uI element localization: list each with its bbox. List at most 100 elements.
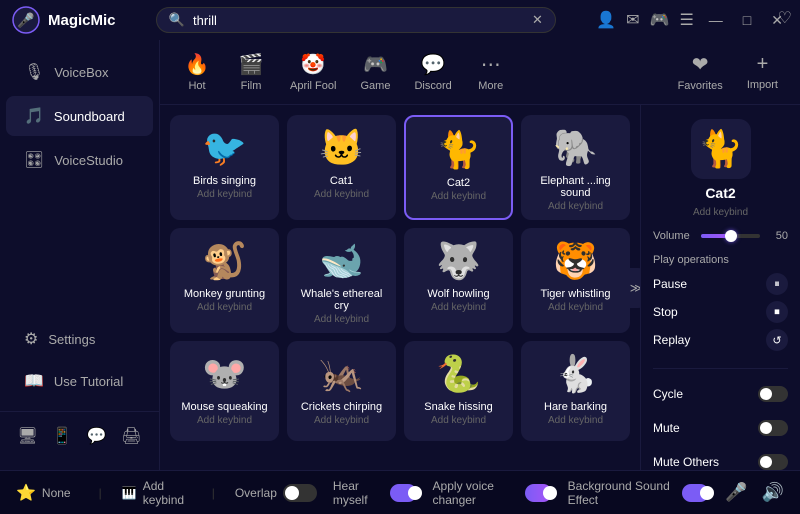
search-input[interactable] (193, 13, 524, 28)
sound-card-crickets[interactable]: 🦗 Crickets chirping Add keybind (287, 341, 396, 441)
volume-label: Volume (653, 230, 693, 242)
snake-keybind[interactable]: Add keybind (431, 415, 486, 426)
title-bar: 🎤 MagicMic 🔍 ✕ 👤 ✉ 🎮 ☰ — □ ✕ (0, 0, 800, 40)
tiger-keybind[interactable]: Add keybind (548, 302, 603, 313)
mute-others-label: Mute Others (653, 455, 719, 469)
search-icon: 🔍 (169, 12, 185, 28)
background-sound-toggle[interactable] (682, 484, 709, 502)
tiger-title: Tiger whistling (541, 288, 611, 300)
hear-myself-toggle[interactable] (390, 484, 417, 502)
tab-april-fool[interactable]: 🤡 April Fool (280, 48, 346, 96)
mute-toggle[interactable] (758, 420, 788, 436)
search-container: 🔍 ✕ (156, 7, 556, 33)
favorites-icon: ❤ (692, 52, 709, 77)
overlap-toggle[interactable] (283, 484, 317, 502)
cycle-label: Cycle (653, 387, 683, 401)
tab-film[interactable]: 🎬 Film (226, 48, 276, 96)
mobile-icon[interactable]: 📱 (48, 422, 76, 450)
title-bar-left: 🎤 MagicMic (12, 6, 116, 34)
user-icon[interactable]: 👤 (596, 10, 616, 30)
category-tabs: 🔥 Hot 🎬 Film 🤡 April Fool 🎮 Game 💬 Disco… (160, 40, 800, 105)
volume-slider[interactable] (701, 234, 760, 238)
chat-icon[interactable]: 💬 (83, 422, 111, 450)
tab-more-label: More (478, 80, 503, 92)
sound-card-mouse[interactable]: 🐭 Mouse squeaking Add keybind (170, 341, 279, 441)
tutorial-icon: 📖 (24, 371, 44, 391)
sound-card-wolf[interactable]: 🐺 Wolf howling Add keybind (404, 228, 513, 333)
sidebar-item-tutorial[interactable]: 📖 Use Tutorial (6, 361, 153, 401)
bottom-right: 🎤 🔊 (725, 482, 784, 503)
cat2-emoji: 🐈 (436, 129, 481, 171)
sidebar-item-soundboard[interactable]: 🎵 Soundboard (6, 96, 153, 136)
sidebar-label-voicebox: VoiceBox (54, 65, 108, 80)
print-icon[interactable]: 🖨 (117, 422, 145, 450)
add-keybind-button[interactable]: 🎹 Add keybind (122, 479, 192, 507)
tab-game[interactable]: 🎮 Game (350, 48, 400, 96)
cycle-toggle[interactable] (758, 386, 788, 402)
sound-card-hare[interactable]: 🐇 Hare barking Add keybind (521, 341, 630, 441)
apply-voice-label: Apply voice changer (433, 479, 519, 507)
sound-card-cat1[interactable]: 🐱 Cat1 Add keybind (287, 115, 396, 220)
speaker-icon[interactable]: 🔊 (762, 482, 784, 503)
mouse-title: Mouse squeaking (181, 401, 267, 413)
wolf-title: Wolf howling (427, 288, 489, 300)
tab-import[interactable]: + Import (737, 49, 788, 95)
tab-more[interactable]: ⋯ More (466, 48, 516, 96)
tab-discord[interactable]: 💬 Discord (404, 48, 461, 96)
none-label: None (42, 486, 71, 500)
sound-card-tiger[interactable]: 🐯 Tiger whistling Add keybind (521, 228, 630, 333)
sound-card-monkey[interactable]: 🐒 Monkey grunting Add keybind (170, 228, 279, 333)
mute-others-toggle[interactable] (758, 454, 788, 470)
detail-keybind[interactable]: Add keybind (693, 207, 748, 218)
birds-title: Birds singing (193, 175, 256, 187)
screen-icon[interactable]: 🖥 (13, 422, 41, 450)
clear-search-icon[interactable]: ✕ (532, 12, 543, 28)
cat2-keybind[interactable]: Add keybind (431, 191, 486, 202)
pause-button[interactable]: ⏸ (766, 273, 788, 295)
birds-keybind[interactable]: Add keybind (197, 189, 252, 200)
tab-favorites[interactable]: ❤ Favorites (668, 48, 733, 96)
sound-card-whale[interactable]: 🐋 Whale's ethereal cry Add keybind (287, 228, 396, 333)
sound-card-elephant[interactable]: 🐘 Elephant ...ing sound Add keybind (521, 115, 630, 220)
game-icon[interactable]: 🎮 (650, 10, 670, 30)
soundboard-icon: 🎵 (24, 106, 44, 126)
sidebar-item-voicestudio[interactable]: 🎛 VoiceStudio (6, 140, 153, 180)
menu-icon[interactable]: ☰ (679, 10, 693, 30)
more-icon: ⋯ (481, 52, 501, 77)
crickets-keybind[interactable]: Add keybind (314, 415, 369, 426)
divider (653, 368, 788, 369)
expand-panel-button[interactable]: ≫ (626, 268, 640, 308)
minimize-button[interactable]: — (704, 10, 728, 30)
sound-card-snake[interactable]: 🐍 Snake hissing Add keybind (404, 341, 513, 441)
monkey-keybind[interactable]: Add keybind (197, 302, 252, 313)
pause-row: Pause ⏸ (653, 270, 788, 298)
app-title: MagicMic (48, 12, 116, 29)
apply-voice-toggle[interactable] (525, 484, 552, 502)
wolf-keybind[interactable]: Add keybind (431, 302, 486, 313)
tiger-emoji: 🐯 (553, 240, 598, 282)
hare-keybind[interactable]: Add keybind (548, 415, 603, 426)
sidebar-settings-label: Settings (48, 332, 95, 347)
microphone-icon[interactable]: 🎤 (725, 482, 747, 503)
replay-button[interactable]: ↺ (766, 329, 788, 351)
sound-card-birds[interactable]: 🐦 Birds singing Add keybind (170, 115, 279, 220)
tab-film-label: Film (241, 80, 262, 92)
maximize-button[interactable]: □ (738, 10, 756, 30)
sidebar-item-voicebox[interactable]: 🎙 VoiceBox (6, 52, 153, 92)
sidebar-item-settings[interactable]: ⚙ Settings (6, 319, 153, 359)
detail-volume: Volume 50 (653, 230, 788, 242)
sidebar: 🎙 VoiceBox 🎵 Soundboard 🎛 VoiceStudio ⚙ … (0, 40, 160, 470)
stop-row: Stop ⏹ (653, 298, 788, 326)
whale-keybind[interactable]: Add keybind (314, 314, 369, 325)
volume-value: 50 (768, 230, 788, 242)
tab-hot[interactable]: 🔥 Hot (172, 48, 222, 96)
mouse-keybind[interactable]: Add keybind (197, 415, 252, 426)
mail-icon[interactable]: ✉ (626, 10, 639, 30)
background-sound-row: Background Sound Effect (568, 479, 709, 507)
detail-panel: ♡ 🐈 Cat2 Add keybind Volume 50 (640, 105, 800, 470)
elephant-keybind[interactable]: Add keybind (548, 201, 603, 212)
cat1-keybind[interactable]: Add keybind (314, 189, 369, 200)
volume-thumb[interactable] (725, 230, 737, 242)
sound-card-cat2[interactable]: 🐈 Cat2 Add keybind (404, 115, 513, 220)
stop-button[interactable]: ⏹ (766, 301, 788, 323)
